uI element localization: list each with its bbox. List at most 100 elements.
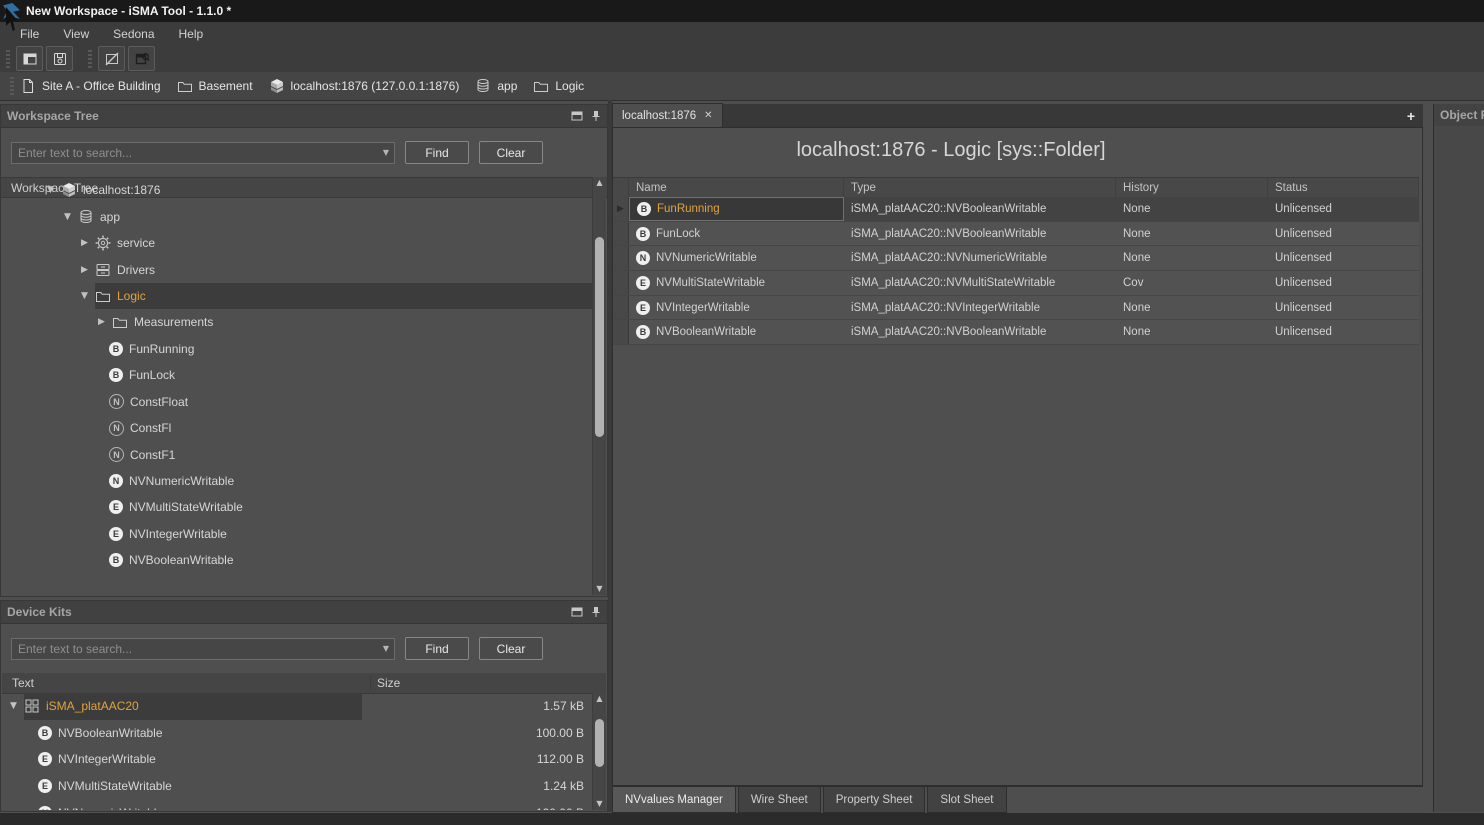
tree-item-localhost:1876[interactable]: ▼ localhost:1876 [2,177,592,203]
toolbar-grip[interactable] [6,50,10,68]
disconnect-button[interactable] [98,46,125,71]
row-marker [613,271,629,295]
breadcrumb-label: Site A - Office Building [42,79,161,93]
connect-button[interactable] [128,46,155,71]
tree-item-measurements[interactable]: ▶ Measurements [2,309,592,335]
tree-item-logic[interactable]: ▼ Logic [2,283,592,309]
workspace-tree: ▼ localhost:1876 ▼ app ▶ service ▶ Drive… [2,177,592,595]
kit-item-nvnumericwritable[interactable]: NNVNumericWritable 120.00 B [2,799,592,810]
workspace-clear-button[interactable]: Clear [479,141,543,164]
e-badge-icon: E [109,500,123,514]
tree-item-app[interactable]: ▼ app [2,203,592,229]
breadcrumb-item-2[interactable]: localhost:1876 (127.0.0.1:1876) [269,78,460,94]
chevron-down-icon[interactable]: ▼ [378,644,394,653]
tree-item-funrunning[interactable]: BFunRunning [2,336,592,362]
tree-item-drivers[interactable]: ▶ Drivers [2,256,592,282]
expander-icon[interactable]: ▶ [81,238,95,248]
menu-help[interactable]: Help [179,27,204,41]
folder-icon [95,288,111,304]
breadcrumb-item-0[interactable]: Site A - Office Building [20,78,161,94]
expander-icon[interactable]: ▼ [81,291,95,301]
scroll-track[interactable] [593,705,606,798]
menu-bar: File View Sedona Help [0,22,1484,45]
breadcrumb-item-3[interactable]: app [475,78,517,94]
tree-item-nvmultistatewritable[interactable]: E NVMultiStateWritable [2,494,592,520]
restore-panel-icon[interactable] [571,607,583,617]
menu-file[interactable]: File [20,27,39,41]
device-kits-clear-button[interactable]: Clear [479,637,543,660]
table-row-nvbooleanwritable[interactable]: BNVBooleanWritable iSMA_platAAC20::NVBoo… [613,320,1419,345]
pin-icon[interactable] [591,110,601,122]
tab-property-sheet[interactable]: Property Sheet [823,787,926,813]
workspace-find-button[interactable]: Find [405,141,469,164]
close-icon[interactable]: ✕ [704,110,712,121]
kit-item-nvmultistatewritable[interactable]: ENVMultiStateWritable 1.24 kB [2,773,592,800]
scroll-up-icon[interactable]: ▲ [596,177,602,189]
table-row-nvmultistatewritable[interactable]: ENVMultiStateWritable iSMA_platAAC20::NV… [613,271,1419,296]
scroll-thumb[interactable] [595,237,604,437]
breadcrumb-label: app [497,79,517,93]
tree-item-nvbooleanwritable[interactable]: BNVBooleanWritable [2,547,592,573]
bottom-tab-bar: NVvalues ManagerWire SheetProperty Sheet… [612,786,1423,813]
tree-item-nvnumericwritable[interactable]: NNVNumericWritable [2,468,592,494]
kit-item-nvbooleanwritable[interactable]: BNVBooleanWritable 100.00 B [2,720,592,747]
chevron-down-icon[interactable]: ▼ [378,148,394,157]
scroll-up-icon[interactable]: ▲ [596,693,602,705]
cell-status: Unlicensed [1268,296,1419,320]
e-badge-icon: E [636,276,650,290]
pin-icon[interactable] [591,606,601,618]
cell-type: iSMA_platAAC20::NVBooleanWritable [844,222,1116,246]
add-tab-button[interactable]: + [1407,108,1415,124]
table-row-nvnumericwritable[interactable]: NNVNumericWritable iSMA_platAAC20::NVNum… [613,246,1419,271]
object-properties-panel: Object P [1433,104,1484,812]
scroll-track[interactable] [593,189,606,583]
tree-item-constfl[interactable]: NConstFl [2,415,592,441]
kit-item-label: NVIntegerWritable [58,752,156,766]
tree-item-nvintegerwritable[interactable]: ENVIntegerWritable [2,521,592,547]
table-row-funlock[interactable]: BFunLock iSMA_platAAC20::NVBooleanWritab… [613,222,1419,247]
tree-item-constf1[interactable]: NConstF1 [2,441,592,467]
breadcrumb-item-4[interactable]: Logic [533,78,584,94]
save-icon [52,51,68,67]
expander-icon[interactable]: ▼ [47,185,61,195]
menu-sedona[interactable]: Sedona [113,27,154,41]
breadcrumb-grip[interactable] [10,77,14,95]
new-workspace-button[interactable] [16,46,43,71]
expander-icon[interactable]: ▼ [64,212,78,222]
column-header-status: Status [1268,178,1419,197]
menu-view[interactable]: View [63,27,89,41]
workspace-search-input[interactable] [12,144,378,162]
kit-item-nvintegerwritable[interactable]: ENVIntegerWritable 112.00 B [2,746,592,773]
expander-icon[interactable]: ▶ [98,317,112,327]
table-row-nvintegerwritable[interactable]: ENVIntegerWritable iSMA_platAAC20::NVInt… [613,296,1419,321]
device-kits-scrollbar[interactable]: ▲ ▼ [592,693,606,810]
n-outline-badge-icon: N [109,394,124,409]
scroll-down-icon[interactable]: ▼ [596,583,602,595]
view-title: localhost:1876 - Logic [sys::Folder] [613,128,1289,172]
tree-item-service[interactable]: ▶ service [2,230,592,256]
device-kits-search-input[interactable] [12,640,378,658]
expander-icon[interactable]: ▶ [81,265,95,275]
tree-item-label: NVMultiStateWritable [129,500,243,514]
breadcrumb-item-1[interactable]: Basement [177,78,253,94]
kit-item-isma_plataac20[interactable]: ▼ iSMA_platAAC20 1.57 kB [2,693,592,720]
table-header-row: Name Type History Status [613,177,1419,198]
column-header-history: History [1116,178,1268,197]
device-kits-find-button[interactable]: Find [405,637,469,660]
table-row-funrunning[interactable]: ▶ BFunRunning iSMA_platAAC20::NVBooleanW… [613,197,1419,222]
toolbar-grip[interactable] [88,50,92,68]
breadcrumb-label: Logic [555,79,584,93]
tree-item-constfloat[interactable]: NConstFloat [2,389,592,415]
restore-panel-icon[interactable] [571,111,583,121]
tab-wire-sheet[interactable]: Wire Sheet [738,787,821,813]
tab-slot-sheet[interactable]: Slot Sheet [927,787,1006,813]
tree-item-funlock[interactable]: BFunLock [2,362,592,388]
tab-localhost-1876[interactable]: localhost:1876 ✕ [612,103,723,127]
scroll-thumb[interactable] [595,719,604,767]
save-button[interactable] [46,46,73,71]
expander-icon[interactable]: ▼ [10,701,24,711]
kit-item-label: NVMultiStateWritable [58,779,172,793]
scroll-down-icon[interactable]: ▼ [596,798,602,810]
workspace-tree-scrollbar[interactable]: ▲ ▼ [592,177,606,595]
tab-nvvalues-manager[interactable]: NVvalues Manager [612,787,736,813]
